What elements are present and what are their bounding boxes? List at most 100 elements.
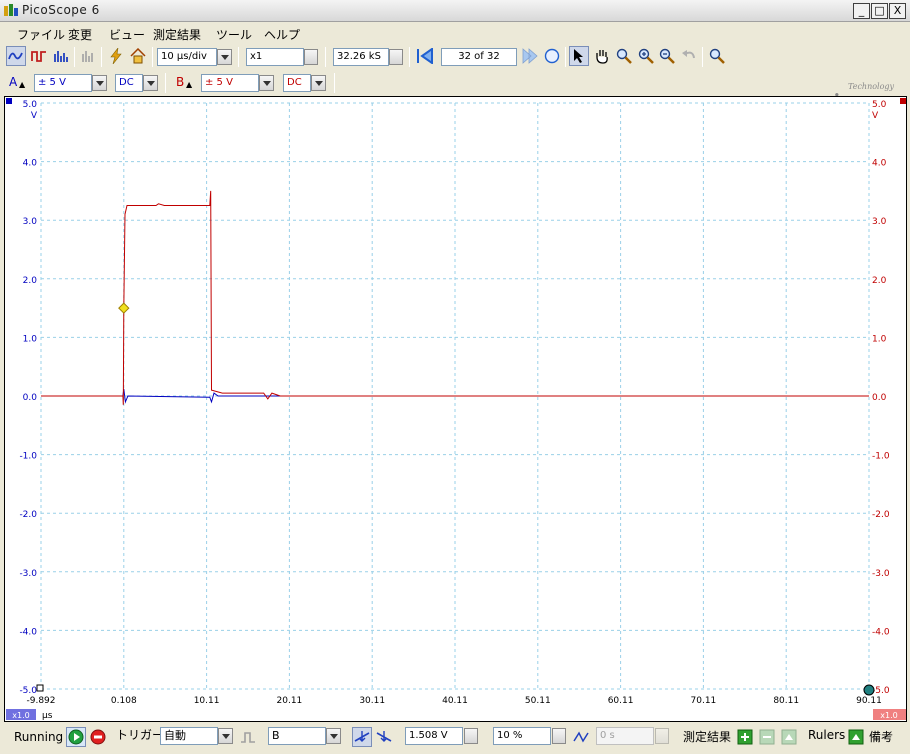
signal-generator-icon[interactable] bbox=[106, 46, 126, 66]
trigger-mode-select[interactable]: 自動 bbox=[160, 727, 218, 745]
y-tick-label-left: -2.0 bbox=[19, 510, 37, 520]
menu-edit[interactable]: 変更 bbox=[68, 26, 92, 43]
y-tick-label-left: -3.0 bbox=[19, 569, 37, 579]
right-zoom-badge: x1.0 bbox=[880, 711, 897, 720]
x-tick-label: 90.11 bbox=[856, 696, 882, 706]
channel-a-range[interactable]: ± 5 V bbox=[34, 74, 92, 92]
trigger-source-select[interactable]: B bbox=[268, 727, 326, 745]
x-tick-label: -9.892 bbox=[26, 696, 55, 706]
zoom-fit-icon[interactable] bbox=[707, 46, 727, 66]
edit-measurement-icon[interactable] bbox=[779, 727, 799, 747]
x-tick-label: 20.11 bbox=[277, 696, 303, 706]
trigger-threshold[interactable]: 1.508 V bbox=[405, 727, 463, 745]
scope-grid bbox=[6, 98, 906, 690]
y-tick-label-right: -1.0 bbox=[872, 452, 890, 462]
trigger-delay[interactable]: 0 s bbox=[596, 727, 654, 745]
picoscope-app-icon bbox=[4, 4, 18, 16]
spectrum-mode-icon[interactable] bbox=[51, 46, 71, 66]
undo-zoom-icon[interactable] bbox=[679, 46, 699, 66]
y-tick-label-right: 4.0 bbox=[872, 159, 887, 169]
menu-file[interactable]: ファイル bbox=[17, 26, 65, 43]
rulers-label: Rulers bbox=[808, 728, 846, 742]
channel-a-label[interactable]: A bbox=[9, 75, 17, 89]
trigger-mode-dropdown[interactable] bbox=[218, 728, 233, 744]
persistence-mode-icon[interactable] bbox=[29, 46, 49, 66]
menu-bar: ファイル 変更 ビュー 測定結果 ツール ヘルプ bbox=[0, 22, 910, 44]
zoom-out-icon[interactable] bbox=[657, 46, 677, 66]
buffer-navigator-icon[interactable] bbox=[542, 46, 562, 66]
channel-b-range[interactable]: ± 5 V bbox=[201, 74, 259, 92]
samples-spinner[interactable] bbox=[389, 49, 403, 65]
zoom-area-icon[interactable] bbox=[614, 46, 634, 66]
channel-a-coupling[interactable]: DC bbox=[115, 74, 143, 92]
close-button[interactable]: X bbox=[889, 3, 906, 19]
channel-b-options-icon[interactable]: ▲ bbox=[186, 80, 192, 89]
x-tick-label: 30.11 bbox=[359, 696, 385, 706]
falling-edge-icon[interactable] bbox=[374, 727, 394, 747]
left-zoom-badge: x1.0 bbox=[12, 711, 29, 720]
channel-a-options-icon[interactable]: ▲ bbox=[19, 80, 25, 89]
menu-help[interactable]: ヘルプ bbox=[264, 26, 300, 43]
y-tick-label-right: 0.0 bbox=[872, 393, 887, 403]
add-measurement-icon[interactable] bbox=[735, 727, 755, 747]
channel-b-label[interactable]: B bbox=[176, 75, 184, 89]
zoom-spinner[interactable] bbox=[304, 49, 318, 65]
trigger-source-dropdown[interactable] bbox=[326, 728, 341, 744]
x-tick-label: 50.11 bbox=[525, 696, 551, 706]
rising-edge-icon[interactable] bbox=[352, 727, 372, 747]
y-unit-left: V bbox=[31, 111, 38, 121]
menu-tools[interactable]: ツール bbox=[216, 26, 252, 43]
chevron-down-icon bbox=[329, 733, 338, 739]
y-tick-label-right: -5.0 bbox=[872, 686, 890, 696]
timebase-dropdown[interactable] bbox=[217, 49, 232, 65]
chevron-down-icon bbox=[95, 80, 104, 86]
ruler-handle-left bbox=[36, 684, 44, 692]
x-tick-label: 70.11 bbox=[691, 696, 717, 706]
x-tick-label: 10.11 bbox=[194, 696, 220, 706]
y-tick-label-left: -5.0 bbox=[19, 686, 37, 696]
channel-toolbar: A ▲ ± 5 V DC B ▲ ± 5 V DC bbox=[0, 71, 910, 95]
channel-options-icon[interactable] bbox=[79, 46, 99, 66]
pointer-tool-icon[interactable] bbox=[569, 46, 589, 66]
channel-a-coupling-dropdown[interactable] bbox=[143, 75, 158, 91]
pretrigger-percent[interactable]: 10 % bbox=[493, 727, 551, 745]
buffer-next-icon[interactable] bbox=[520, 46, 540, 66]
zoom-select[interactable]: x1 bbox=[246, 48, 304, 66]
maximize-button[interactable]: □ bbox=[871, 3, 888, 19]
timebase-select[interactable]: 10 µs/div bbox=[157, 48, 217, 66]
channel-a-range-dropdown[interactable] bbox=[92, 75, 107, 91]
start-icon[interactable] bbox=[66, 727, 86, 747]
channel-b-range-dropdown[interactable] bbox=[259, 75, 274, 91]
minimize-button[interactable]: _ bbox=[853, 3, 870, 19]
pretrigger-spinner[interactable] bbox=[552, 728, 566, 744]
samples-select[interactable]: 32.26 kS bbox=[333, 48, 389, 66]
delete-measurement-icon[interactable] bbox=[757, 727, 777, 747]
stop-icon[interactable] bbox=[88, 727, 108, 747]
main-toolbar: 10 µs/div x1 32.26 kS 32 of 32 pico bbox=[0, 44, 910, 123]
y-tick-label-right: 2.0 bbox=[872, 276, 887, 286]
rulers-toggle-icon[interactable] bbox=[846, 727, 866, 747]
buffer-position[interactable]: 32 of 32 bbox=[441, 48, 517, 66]
delay-spinner[interactable] bbox=[655, 728, 669, 744]
y-tick-label-left: -1.0 bbox=[19, 452, 37, 462]
ruler-handle-right bbox=[863, 684, 875, 696]
menu-view[interactable]: ビュー bbox=[109, 26, 145, 43]
zoom-in-icon[interactable] bbox=[636, 46, 656, 66]
chevron-down-icon bbox=[262, 80, 271, 86]
home-icon[interactable] bbox=[128, 46, 148, 66]
channel-a-marker bbox=[6, 98, 12, 104]
menu-measurements[interactable]: 測定結果 bbox=[153, 26, 201, 43]
hand-tool-icon[interactable] bbox=[592, 46, 612, 66]
post-trigger-delay-icon[interactable] bbox=[571, 727, 591, 747]
y-tick-label-right: -4.0 bbox=[872, 627, 890, 637]
scope-view[interactable]: 5.0 4.0 3.0 2.0 1.0 0.0 -1.0 -2.0 -3.0 -4.0 -5.0 V … bbox=[4, 96, 907, 722]
measurements-label: 測定結果 bbox=[683, 730, 732, 744]
advanced-trigger-icon[interactable] bbox=[238, 727, 258, 747]
y-unit-right: V bbox=[872, 111, 879, 121]
threshold-spinner[interactable] bbox=[464, 728, 478, 744]
scope-mode-icon[interactable] bbox=[6, 46, 26, 66]
channel-b-coupling[interactable]: DC bbox=[283, 74, 311, 92]
buffer-first-icon[interactable] bbox=[415, 46, 435, 66]
scope-plot[interactable]: 5.04.03.02.01.00.0-1.0-2.0-3.0-4.0-5.0V … bbox=[5, 97, 908, 723]
channel-b-coupling-dropdown[interactable] bbox=[311, 75, 326, 91]
